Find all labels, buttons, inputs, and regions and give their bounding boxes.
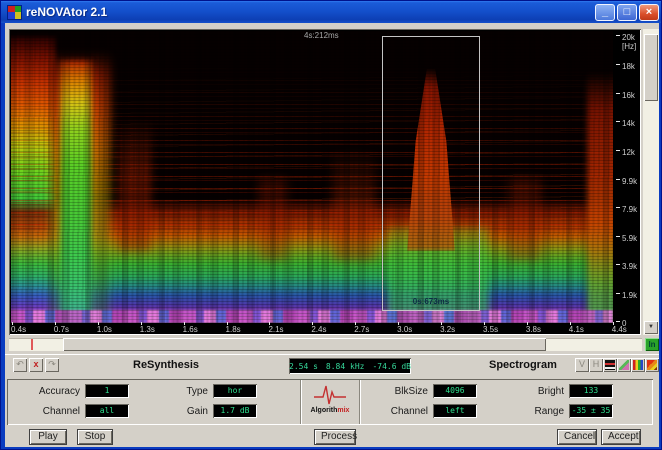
pulse-waveform-icon bbox=[314, 385, 346, 405]
spectrogram-section-title: Spectrogram bbox=[489, 359, 557, 371]
freq-tick: 20k bbox=[615, 33, 641, 42]
time-tick: 3.0s bbox=[397, 322, 413, 334]
playhead-marker bbox=[31, 339, 33, 350]
control-panel: Accuracy 1 Channel all Type hor Gain 1.7… bbox=[7, 379, 653, 425]
type-value[interactable]: hor bbox=[213, 384, 257, 398]
algorithmix-logo: Algorithmix bbox=[301, 379, 359, 425]
readout-freq: 8.84 kHz bbox=[325, 361, 365, 371]
resynthesis-section-title: ReSynthesis bbox=[133, 359, 200, 371]
app-icon bbox=[7, 4, 22, 20]
time-tick: 0.4s bbox=[11, 322, 27, 334]
undo-icon[interactable]: ↶ bbox=[13, 358, 27, 372]
delete-selection-button[interactable]: x bbox=[29, 358, 43, 372]
time-tick: 1.0s bbox=[96, 322, 112, 334]
scale-toggle-button[interactable]: ln bbox=[645, 338, 659, 351]
selection-tool-button[interactable] bbox=[617, 358, 631, 372]
gain-value[interactable]: 1.7 dB bbox=[213, 404, 257, 418]
plot-panel: 4s:212ms 0s:673ms 20k [Hz] 18k 16k 14k 1… bbox=[9, 29, 641, 335]
stop-button[interactable]: Stop bbox=[77, 429, 113, 445]
freq-tick: 7.9k bbox=[615, 205, 641, 214]
accuracy-value[interactable]: 1 bbox=[85, 384, 129, 398]
selection-time-label: 4s:212ms bbox=[304, 31, 339, 40]
vertical-scrollbar-thumb[interactable] bbox=[644, 34, 658, 101]
freq-tick: 5.9k bbox=[615, 234, 641, 243]
accept-button[interactable]: Accept bbox=[601, 429, 641, 445]
time-tick: 2.1s bbox=[268, 322, 284, 334]
cancel-button[interactable]: Cancel bbox=[557, 429, 597, 445]
scroll-down-icon[interactable]: ▼ bbox=[644, 321, 658, 334]
process-button[interactable]: Process bbox=[314, 429, 357, 445]
minimize-button[interactable]: _ bbox=[595, 3, 615, 21]
channel-synth-value[interactable]: all bbox=[85, 404, 129, 418]
freq-tick: 3.9k bbox=[615, 262, 641, 271]
wave-display-button[interactable] bbox=[603, 358, 617, 372]
range-label: Range bbox=[534, 405, 564, 417]
play-button[interactable]: Play bbox=[29, 429, 67, 445]
time-tick: 2.7s bbox=[354, 322, 370, 334]
toolbar: ↶ x ↷ ReSynthesis 2.54 s 8.84 kHz -74.6 … bbox=[5, 354, 659, 377]
type-label: Type bbox=[186, 385, 208, 397]
time-axis: 0.4s 0.7s 1.0s 1.3s 1.6s 1.8s 2.1s 2.4s … bbox=[11, 322, 627, 335]
accuracy-label: Accuracy bbox=[38, 385, 80, 397]
wave-display-icon bbox=[605, 360, 615, 370]
horizontal-scrollbar[interactable] bbox=[9, 338, 642, 351]
color-palette-button[interactable] bbox=[631, 358, 645, 372]
time-tick: 3.5s bbox=[482, 322, 499, 334]
bright-value[interactable]: 133 bbox=[569, 384, 613, 398]
freq-tick: 14k bbox=[615, 119, 641, 128]
blksize-label: BlkSize bbox=[394, 385, 428, 397]
view-vertical-button[interactable]: V bbox=[575, 358, 589, 372]
selection-length-label: 0s:673ms bbox=[412, 297, 450, 306]
close-button[interactable]: × bbox=[639, 3, 659, 21]
view-horizontal-button[interactable]: H bbox=[589, 358, 603, 372]
freq-tick: 1.9k bbox=[615, 291, 641, 300]
selection-rectangle[interactable] bbox=[382, 36, 480, 311]
cursor-readout: 2.54 s 8.84 kHz -74.6 dB bbox=[289, 358, 411, 374]
channel-view-label: Channel bbox=[390, 405, 428, 417]
time-tick: 0.7s bbox=[53, 322, 70, 334]
app-window: reNOVAtor 2.1 _ □ × 4s:212ms 0s:673ms 20… bbox=[0, 0, 662, 450]
channel-synth-label: Channel bbox=[42, 405, 80, 417]
selection-tool-icon bbox=[619, 360, 629, 370]
readout-level: -74.6 dB bbox=[372, 361, 411, 371]
transport-bar: Play Stop Process Cancel Accept bbox=[5, 428, 659, 447]
gain-label: Gain bbox=[186, 405, 208, 417]
time-tick: 3.2s bbox=[440, 322, 456, 334]
redo-icon[interactable]: ↷ bbox=[45, 358, 59, 372]
range-value[interactable]: -35 ± 35 bbox=[569, 404, 613, 418]
maximize-button[interactable]: □ bbox=[617, 3, 637, 21]
freq-tick: 18k bbox=[615, 62, 641, 71]
freq-tick: 9.9k bbox=[615, 177, 641, 186]
time-tick: 1.6s bbox=[182, 322, 198, 334]
readout-time: 2.54 s bbox=[289, 361, 318, 371]
color-palette-icon bbox=[633, 360, 643, 370]
vertical-scrollbar[interactable]: ▼ bbox=[643, 29, 659, 335]
heatmap-palette-button[interactable] bbox=[645, 358, 659, 372]
time-tick: 3.8s bbox=[525, 322, 541, 334]
time-tick: 4.1s bbox=[568, 322, 584, 334]
time-tick: 1.8s bbox=[225, 322, 241, 334]
bright-label: Bright bbox=[537, 385, 564, 397]
freq-tick: 12k bbox=[615, 148, 641, 157]
time-tick: 1.3s bbox=[139, 322, 155, 334]
heatmap-palette-icon bbox=[647, 360, 657, 370]
window-title: reNOVAtor 2.1 bbox=[26, 5, 108, 19]
freq-tick: 16k bbox=[615, 91, 641, 100]
spectrogram-canvas[interactable]: 4s:212ms 0s:673ms bbox=[11, 31, 613, 323]
freq-unit: [Hz] bbox=[622, 42, 637, 51]
time-tick: 4.4s bbox=[611, 322, 627, 334]
client-area: 4s:212ms 0s:673ms 20k [Hz] 18k 16k 14k 1… bbox=[5, 23, 659, 447]
time-tick: 2.4s bbox=[311, 322, 327, 334]
channel-view-value[interactable]: left bbox=[433, 404, 477, 418]
horizontal-scrollbar-thumb[interactable] bbox=[63, 338, 546, 351]
blksize-value[interactable]: 4096 bbox=[433, 384, 477, 398]
title-bar[interactable]: reNOVAtor 2.1 _ □ × bbox=[1, 1, 661, 23]
